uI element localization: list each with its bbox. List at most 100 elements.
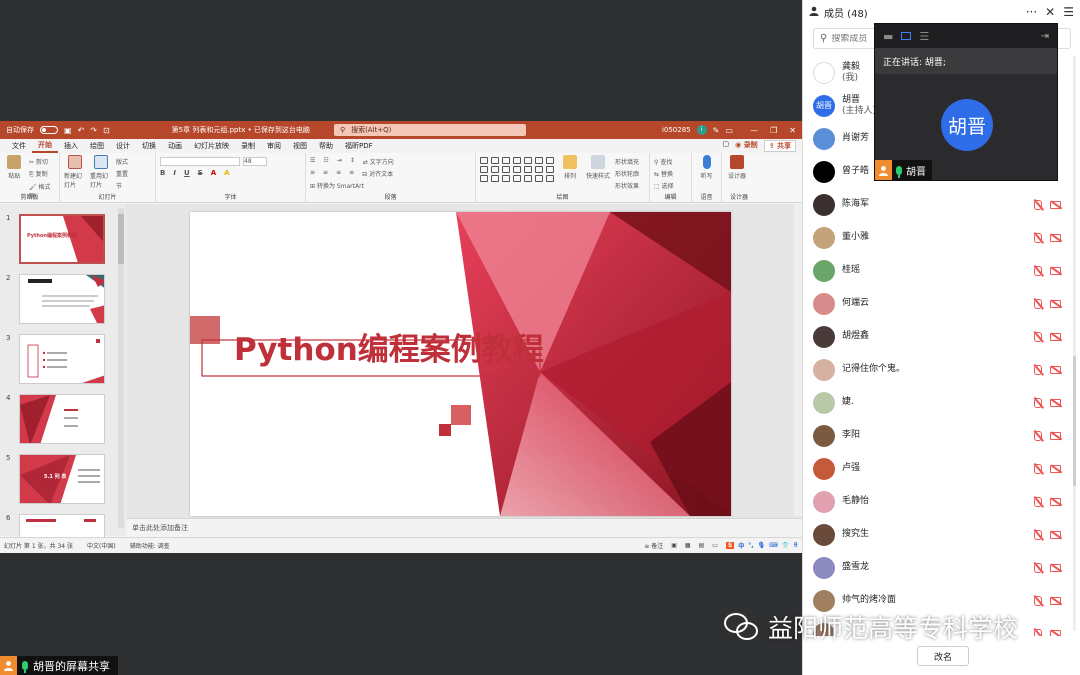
more-icon[interactable]: ··· [1026, 5, 1037, 19]
slide-thumbnail[interactable]: 1 Python编程案例教程 [0, 214, 126, 272]
copy-button[interactable]: ⎘ 复制 [29, 169, 55, 179]
justify-icon[interactable]: ≡ [349, 169, 354, 178]
smartart-button[interactable]: ⊞ 转换为 SmartArt [310, 181, 394, 190]
tab-transitions[interactable]: 切换 [136, 139, 162, 153]
member-row[interactable]: 桂瑶 [803, 254, 1080, 287]
mic-off-icon[interactable] [1034, 298, 1042, 309]
mic-off-icon[interactable] [1034, 496, 1042, 507]
strike-button[interactable]: S [198, 169, 203, 177]
tab-slideshow[interactable]: 幻灯片放映 [188, 139, 235, 153]
shape-outline-button[interactable]: 形状轮廓 [615, 169, 639, 178]
comment-icon[interactable]: ▢ [723, 140, 730, 152]
camera-off-icon[interactable] [1050, 332, 1061, 341]
reset-button[interactable]: 重置 [116, 169, 128, 178]
close-icon[interactable]: ✕ [789, 126, 796, 135]
normal-view-icon[interactable]: ▣ [671, 542, 677, 549]
language-status[interactable]: 中文(中国) [87, 541, 116, 550]
camera-off-icon[interactable] [1050, 365, 1061, 374]
bold-button[interactable]: B [160, 169, 165, 177]
numbering-icon[interactable]: ☷ [323, 157, 328, 166]
align-right-icon[interactable]: ≡ [336, 169, 341, 178]
member-list-scrollbar[interactable] [1073, 56, 1076, 631]
shape-effect-button[interactable]: 形状效果 [615, 181, 639, 190]
minimize-view-icon[interactable]: ▬ [883, 30, 893, 43]
tab-animations[interactable]: 动画 [162, 139, 188, 153]
italic-button[interactable]: I [173, 169, 176, 177]
member-row[interactable]: 李阳 [803, 419, 1080, 452]
member-row[interactable]: 何端云 [803, 287, 1080, 320]
ime-toolbar[interactable]: S 中 °, 🎙 ⌨ 👕 ⠿ [725, 541, 798, 550]
tab-draw[interactable]: 绘图 [84, 139, 110, 153]
shapes-gallery[interactable] [480, 155, 555, 182]
member-row[interactable]: 记得住你个鬼。 [803, 353, 1080, 386]
replace-button[interactable]: ⇆ 替换 [654, 169, 674, 178]
underline-button[interactable]: U [184, 169, 190, 177]
camera-off-icon[interactable] [1050, 629, 1061, 636]
select-button[interactable]: ⬚ 选择 [654, 181, 674, 190]
mic-off-icon[interactable] [1034, 529, 1042, 540]
camera-off-icon[interactable] [1050, 596, 1061, 605]
slide-thumbnail[interactable]: 4 [0, 394, 126, 452]
member-row[interactable]: 搜究生 [803, 518, 1080, 551]
highlight-button[interactable]: A [224, 169, 229, 177]
find-button[interactable]: ⚲ 查找 [654, 157, 674, 166]
mic-off-icon[interactable] [1034, 265, 1042, 276]
camera-off-icon[interactable] [1050, 431, 1061, 440]
tab-record[interactable]: 录制 [235, 139, 261, 153]
camera-off-icon[interactable] [1050, 200, 1061, 209]
new-slide-button[interactable]: 新建幻灯片 [64, 155, 86, 189]
mic-off-icon[interactable] [1034, 232, 1042, 243]
paste-button[interactable]: 粘贴 [4, 155, 25, 180]
reuse-slide-button[interactable]: 重用幻灯片 [90, 155, 112, 189]
shape-fill-button[interactable]: 形状填充 [615, 157, 639, 166]
align-text-button[interactable]: ⊟ 对齐文本 [362, 169, 393, 178]
member-row[interactable]: 陈海军 [803, 188, 1080, 221]
mic-off-icon[interactable] [1034, 331, 1042, 342]
line-spacing-icon[interactable]: ↕ [350, 157, 355, 166]
member-row[interactable]: 婕. [803, 386, 1080, 419]
thumbnails-scrollbar[interactable] [118, 208, 124, 528]
slideshow-view-icon[interactable]: ▭ [712, 542, 718, 549]
accessibility-status[interactable]: 辅助功能: 调查 [130, 541, 170, 550]
single-view-icon[interactable] [901, 32, 912, 40]
notes-button[interactable]: ≡ 备注 [644, 541, 663, 550]
rename-button[interactable]: 改名 [917, 646, 969, 666]
mic-off-icon[interactable] [1034, 595, 1042, 606]
text-direction-button[interactable]: ⇄ 文字方向 [363, 157, 394, 166]
bullets-icon[interactable]: ☰ [310, 157, 315, 166]
mic-off-icon[interactable] [1034, 397, 1042, 408]
save-icon[interactable]: ▣ [64, 126, 72, 135]
close-icon[interactable]: ✕ [1045, 5, 1055, 19]
notes-pane[interactable]: 单击此处添加备注 [126, 518, 802, 536]
member-row[interactable]: 董小雅 [803, 221, 1080, 254]
member-row[interactable]: 胡煜鑫 [803, 320, 1080, 353]
undo-icon[interactable]: ↶ [78, 126, 85, 135]
mic-off-icon[interactable] [1034, 199, 1042, 210]
member-row[interactable]: 毛静怡 [803, 485, 1080, 518]
font-color-button[interactable]: A [211, 169, 216, 177]
slide-title[interactable]: Python编程案例教程 [234, 324, 544, 369]
tab-design[interactable]: 设计 [110, 139, 136, 153]
speaker-video-window[interactable]: ▬ ☰ ⇥ 正在讲话: 胡晋; 胡晋 胡晋 [874, 23, 1058, 181]
camera-off-icon[interactable] [1050, 299, 1061, 308]
tab-foxit-pdf[interactable]: 福昕PDF [339, 139, 379, 153]
mic-off-icon[interactable] [1034, 430, 1042, 441]
align-center-icon[interactable]: ≡ [323, 169, 328, 178]
collapse-icon[interactable]: ⇥ [1041, 31, 1049, 42]
font-name-select[interactable] [160, 157, 240, 166]
ppt-search-box[interactable]: ⚲ 搜索(Alt+Q) [333, 124, 526, 136]
tab-file[interactable]: 文件 [6, 139, 32, 153]
record-button[interactable]: ◉ 录制 [735, 140, 758, 152]
font-size-select[interactable]: 48 [243, 157, 267, 166]
camera-off-icon[interactable] [1050, 266, 1061, 275]
camera-off-icon[interactable] [1050, 563, 1061, 572]
reading-view-icon[interactable]: ▤ [699, 542, 705, 549]
mic-off-icon[interactable] [1034, 364, 1042, 375]
autosave-toggle[interactable] [40, 126, 58, 134]
tab-review[interactable]: 审阅 [261, 139, 287, 153]
arrange-button[interactable]: 排列 [559, 155, 581, 180]
mic-off-icon[interactable] [1034, 463, 1042, 474]
list-icon[interactable]: ☰ [1063, 5, 1074, 19]
align-left-icon[interactable]: ≡ [310, 169, 315, 178]
ribbon-display-icon[interactable]: ▭ [725, 126, 733, 135]
